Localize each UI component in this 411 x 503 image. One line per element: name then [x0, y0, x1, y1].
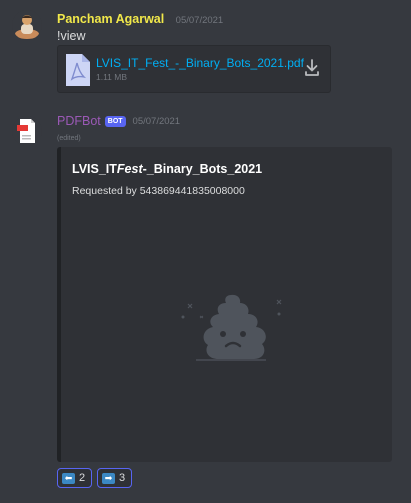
embed-card: LVIS_ITFest-_Binary_Bots_2021 Requested …	[57, 147, 392, 462]
message-header: PDFBot BOT 05/07/2021	[57, 114, 180, 128]
pdf-file-icon	[65, 53, 91, 87]
edited-label: (edited)	[57, 135, 81, 142]
embed-title: LVIS_ITFest-_Binary_Bots_2021	[72, 162, 263, 176]
message-text: !view	[57, 29, 86, 43]
left-arrow-icon: ⬅	[62, 472, 75, 484]
timestamp: 05/07/2021	[175, 15, 224, 26]
message-header: Pancham Agarwal 05/07/2021	[57, 10, 223, 28]
user-avatar[interactable]	[12, 10, 42, 40]
file-size: 1.11 MB	[96, 72, 128, 82]
previous-page-button[interactable]: ⬅ 2	[57, 468, 92, 488]
file-attachment: LVIS_IT_Fest_-_Binary_Bots_2021.pdf 1.11…	[57, 45, 331, 93]
embed-description: Requested by 543869441835008000	[72, 185, 245, 197]
right-arrow-icon: ➡	[102, 472, 115, 484]
username[interactable]: PDFBot	[57, 114, 101, 128]
bot-avatar[interactable]	[12, 116, 42, 146]
next-page-label: 3	[119, 472, 126, 484]
username[interactable]: Pancham Agarwal	[57, 12, 164, 26]
timestamp: 05/07/2021	[132, 115, 181, 127]
download-icon[interactable]	[303, 58, 321, 78]
next-page-button[interactable]: ➡ 3	[97, 468, 132, 488]
previous-page-label: 2	[79, 472, 86, 484]
no-preview-illustration-icon	[156, 287, 306, 377]
bot-badge: BOT	[104, 115, 126, 127]
file-name-link[interactable]: LVIS_IT_Fest_-_Binary_Bots_2021.pdf	[96, 56, 304, 70]
